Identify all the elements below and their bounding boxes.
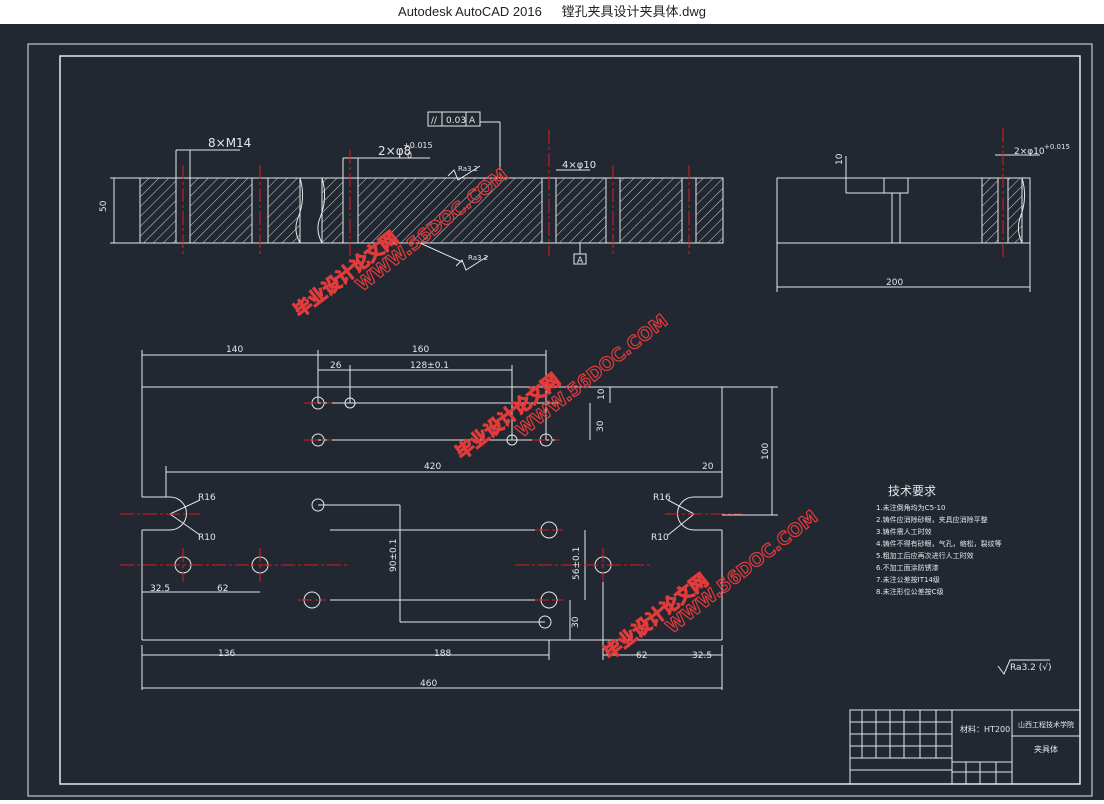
dim-56: 56±0.1 bbox=[572, 547, 582, 580]
gdt-value: 0.03 bbox=[446, 116, 466, 126]
tech-requirements: 技术要求 1.未注倒角均为C5-10 2.铸件应消除砂眼，夹具应消除平整 3.铸… bbox=[876, 484, 1002, 596]
side-depth-dim: 10 bbox=[835, 153, 845, 165]
dim-62-left: 62 bbox=[217, 584, 228, 594]
watermark-url-3: WWW.56DOC.COM bbox=[662, 506, 822, 637]
dim-10: 10 bbox=[597, 388, 607, 400]
r16-left: R16 bbox=[198, 493, 216, 503]
app-name: Autodesk AutoCAD 2016 bbox=[398, 4, 542, 19]
tech-item-6: 6.不加工面涂防锈漆 bbox=[876, 563, 939, 572]
r10-right: R10 bbox=[651, 533, 669, 543]
dim-32-5-right: 32.5 bbox=[692, 651, 712, 661]
title-school: 山西工程技术学院 bbox=[1018, 720, 1074, 729]
title-part-name: 夹具体 bbox=[1034, 744, 1058, 754]
roughness-note: Ra3.2 (√) bbox=[1010, 662, 1052, 673]
drawing-svg[interactable]: 8×M14 2×φ8 +0.015 0 4×φ10 50 // 0.03 A A… bbox=[0, 24, 1104, 800]
roughness-bottom: Ra3.2 bbox=[468, 254, 488, 262]
hole-depth-callout: 4×φ10 bbox=[562, 160, 596, 171]
dim-30-upper: 30 bbox=[596, 420, 606, 432]
dim-160: 160 bbox=[412, 345, 429, 355]
tech-title: 技术要求 bbox=[888, 484, 936, 498]
dim-32-5-left: 32.5 bbox=[150, 584, 170, 594]
dim-136: 136 bbox=[218, 649, 235, 659]
window-title-bar: Autodesk AutoCAD 2016 镗孔夹具设计夹具体.dwg bbox=[0, 0, 1104, 24]
hole-tol-lower: 0 bbox=[407, 151, 412, 160]
tech-item-5: 5.粗加工后应再次进行人工时效 bbox=[876, 551, 974, 560]
file-name: 镗孔夹具设计夹具体.dwg bbox=[561, 4, 706, 19]
tech-item-8: 8.未注形位公差按C级 bbox=[876, 587, 944, 596]
hole-tol-upper: +0.015 bbox=[403, 141, 433, 150]
gdt-symbol: // bbox=[431, 116, 438, 126]
height-dim-top: 50 bbox=[99, 200, 109, 212]
r16-right: R16 bbox=[653, 493, 671, 503]
datum-label: A bbox=[577, 256, 584, 266]
dim-62-right: 62 bbox=[636, 651, 647, 661]
watermark-url-2: WWW.56DOC.COM bbox=[512, 310, 672, 441]
dim-20: 20 bbox=[702, 462, 714, 472]
dim-460: 460 bbox=[420, 679, 437, 689]
dim-100: 100 bbox=[761, 443, 771, 460]
side-hole-callout: 2×φ10 bbox=[1014, 147, 1045, 157]
tech-item-3: 3.铸件需人工时效 bbox=[876, 527, 932, 536]
roughness-top: Ra3.2 bbox=[458, 165, 478, 173]
tech-item-2: 2.铸件应消除砂眼，夹具应消除平整 bbox=[876, 515, 988, 524]
r10-left: R10 bbox=[198, 533, 216, 543]
thread-callout: 8×M14 bbox=[208, 136, 251, 150]
title-material: 材料：HT200 bbox=[960, 724, 1010, 734]
dim-90: 90±0.1 bbox=[389, 539, 399, 572]
gdt-datum: A bbox=[469, 116, 476, 126]
side-width-dim: 200 bbox=[886, 278, 903, 288]
plan-view bbox=[141, 350, 778, 690]
drawing-canvas[interactable]: 8×M14 2×φ8 +0.015 0 4×φ10 50 // 0.03 A A… bbox=[0, 24, 1104, 800]
dim-188: 188 bbox=[434, 649, 451, 659]
tech-item-7: 7.未注公差按IT14级 bbox=[876, 575, 940, 584]
side-view bbox=[776, 154, 1040, 292]
dim-140: 140 bbox=[226, 345, 243, 355]
dim-128: 128±0.1 bbox=[410, 361, 449, 371]
dim-30-lower: 30 bbox=[571, 616, 581, 628]
dim-26: 26 bbox=[330, 361, 342, 371]
dim-420: 420 bbox=[424, 462, 441, 472]
tech-item-4: 4.铸件不得有砂眼，气孔，缩松，裂纹等 bbox=[876, 539, 1002, 548]
side-hole-tol: +0.015 bbox=[1044, 143, 1070, 151]
outer-frame bbox=[27, 43, 1093, 797]
tech-item-1: 1.未注倒角均为C5-10 bbox=[876, 503, 945, 512]
